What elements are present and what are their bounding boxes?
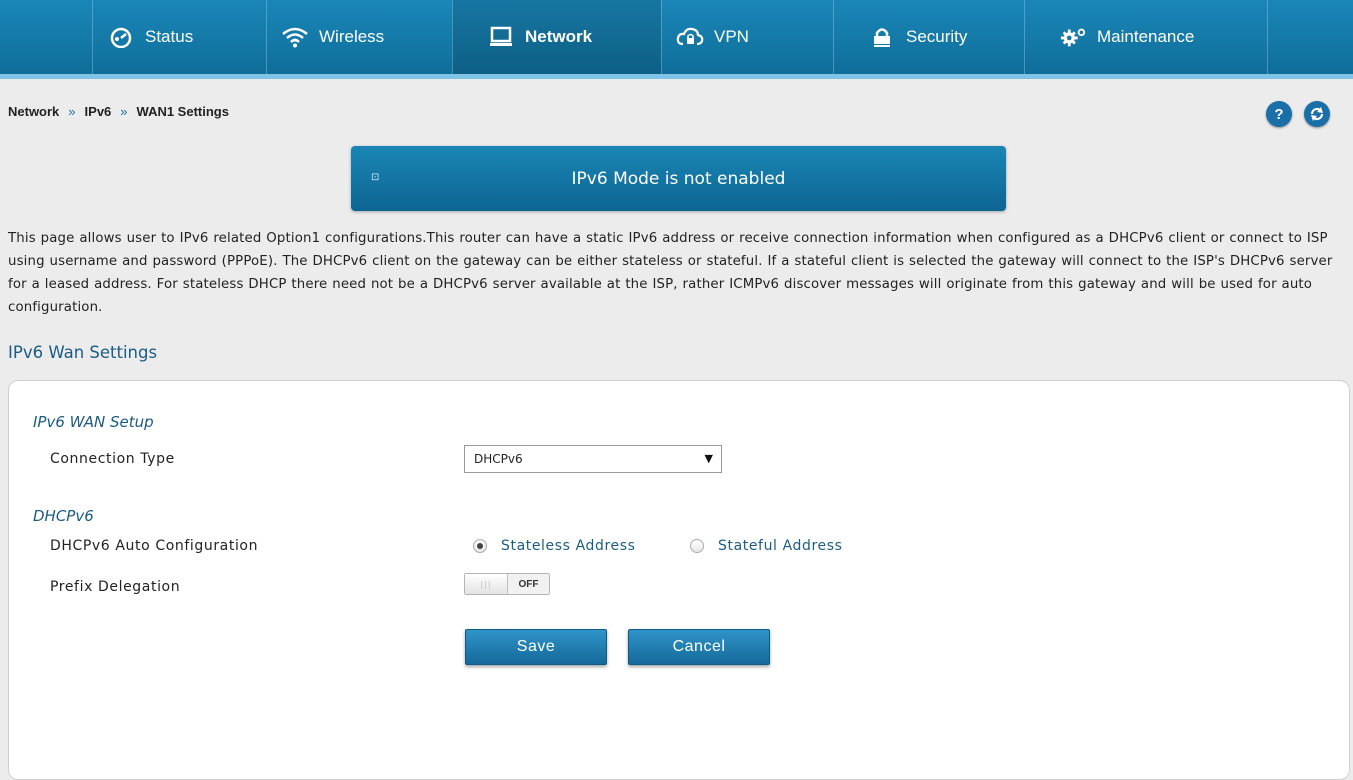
page-description: This page allows user to IPv6 related Op… bbox=[8, 231, 1333, 315]
prefix-delegation-toggle[interactable]: ||| OFF bbox=[464, 573, 550, 595]
prefix-delegation-label: Prefix Delegation bbox=[50, 579, 181, 595]
nav-network-label: Network bbox=[525, 27, 593, 46]
radio-stateful-address[interactable]: Stateful Address bbox=[690, 538, 843, 554]
monitor-icon bbox=[487, 25, 515, 49]
dhcpv6-title: DHCPv6 bbox=[33, 507, 94, 525]
stateless-address-label: Stateless Address bbox=[501, 538, 636, 554]
nav-status-label: Status bbox=[145, 27, 194, 46]
gears-icon bbox=[1059, 25, 1087, 49]
radio-unselected-icon[interactable] bbox=[690, 539, 704, 553]
connection-type-select[interactable]: DHCPv6 ▼ bbox=[464, 445, 722, 473]
connection-type-label: Connection Type bbox=[50, 451, 175, 467]
stateful-address-label: Stateful Address bbox=[718, 538, 843, 554]
breadcrumb-network[interactable]: Network bbox=[8, 104, 59, 119]
nav-security-label: Security bbox=[906, 27, 968, 46]
nav-vpn[interactable]: VPN bbox=[661, 0, 833, 74]
top-navigation: Status Wireless Network VPN Security Mai… bbox=[0, 0, 1353, 79]
cancel-button[interactable]: Cancel bbox=[628, 629, 770, 665]
radio-selected-icon[interactable] bbox=[473, 539, 487, 553]
radio-stateless-address[interactable]: Stateless Address bbox=[473, 538, 636, 554]
toggle-grip-icon: ||| bbox=[465, 574, 508, 594]
nav-security[interactable]: Security bbox=[833, 0, 1024, 74]
breadcrumb-separator: » bbox=[120, 104, 128, 119]
breadcrumb-separator: » bbox=[68, 104, 76, 119]
nav-network[interactable]: Network bbox=[452, 0, 661, 74]
refresh-icon[interactable] bbox=[1304, 101, 1330, 127]
save-button[interactable]: Save bbox=[465, 629, 607, 665]
settings-panel: IPv6 WAN Setup Connection Type DHCPv6 ▼ … bbox=[8, 380, 1350, 780]
dropdown-arrow-icon: ▼ bbox=[704, 452, 713, 465]
toggle-state: OFF bbox=[518, 578, 539, 590]
nav-divider bbox=[1267, 0, 1268, 74]
nav-wireless-label: Wireless bbox=[319, 27, 385, 46]
info-icon: ⊡ bbox=[371, 172, 380, 183]
nav-maintenance[interactable]: Maintenance bbox=[1024, 0, 1267, 74]
breadcrumb-wan1-settings: WAN1 Settings bbox=[136, 104, 229, 119]
nav-wireless[interactable]: Wireless bbox=[266, 0, 452, 74]
nav-maintenance-label: Maintenance bbox=[1097, 27, 1195, 46]
breadcrumb: Network » IPv6 » WAN1 Settings bbox=[8, 104, 229, 119]
speedometer-icon bbox=[107, 25, 135, 49]
banner-text: IPv6 Mode is not enabled bbox=[571, 168, 786, 189]
breadcrumb-ipv6[interactable]: IPv6 bbox=[85, 104, 112, 119]
cloud-lock-icon bbox=[676, 25, 704, 49]
section-title: IPv6 Wan Settings bbox=[8, 343, 158, 362]
lock-icon bbox=[868, 25, 896, 49]
connection-type-value: DHCPv6 bbox=[474, 452, 523, 466]
auto-config-label: DHCPv6 Auto Configuration bbox=[50, 538, 259, 554]
nav-vpn-label: VPN bbox=[714, 27, 749, 46]
nav-status[interactable]: Status bbox=[92, 0, 266, 74]
ipv6-wan-setup-title: IPv6 WAN Setup bbox=[33, 413, 154, 431]
ipv6-mode-banner: ⊡ IPv6 Mode is not enabled bbox=[351, 146, 1006, 211]
help-icon[interactable]: ? bbox=[1266, 101, 1292, 127]
wifi-icon bbox=[281, 25, 309, 49]
